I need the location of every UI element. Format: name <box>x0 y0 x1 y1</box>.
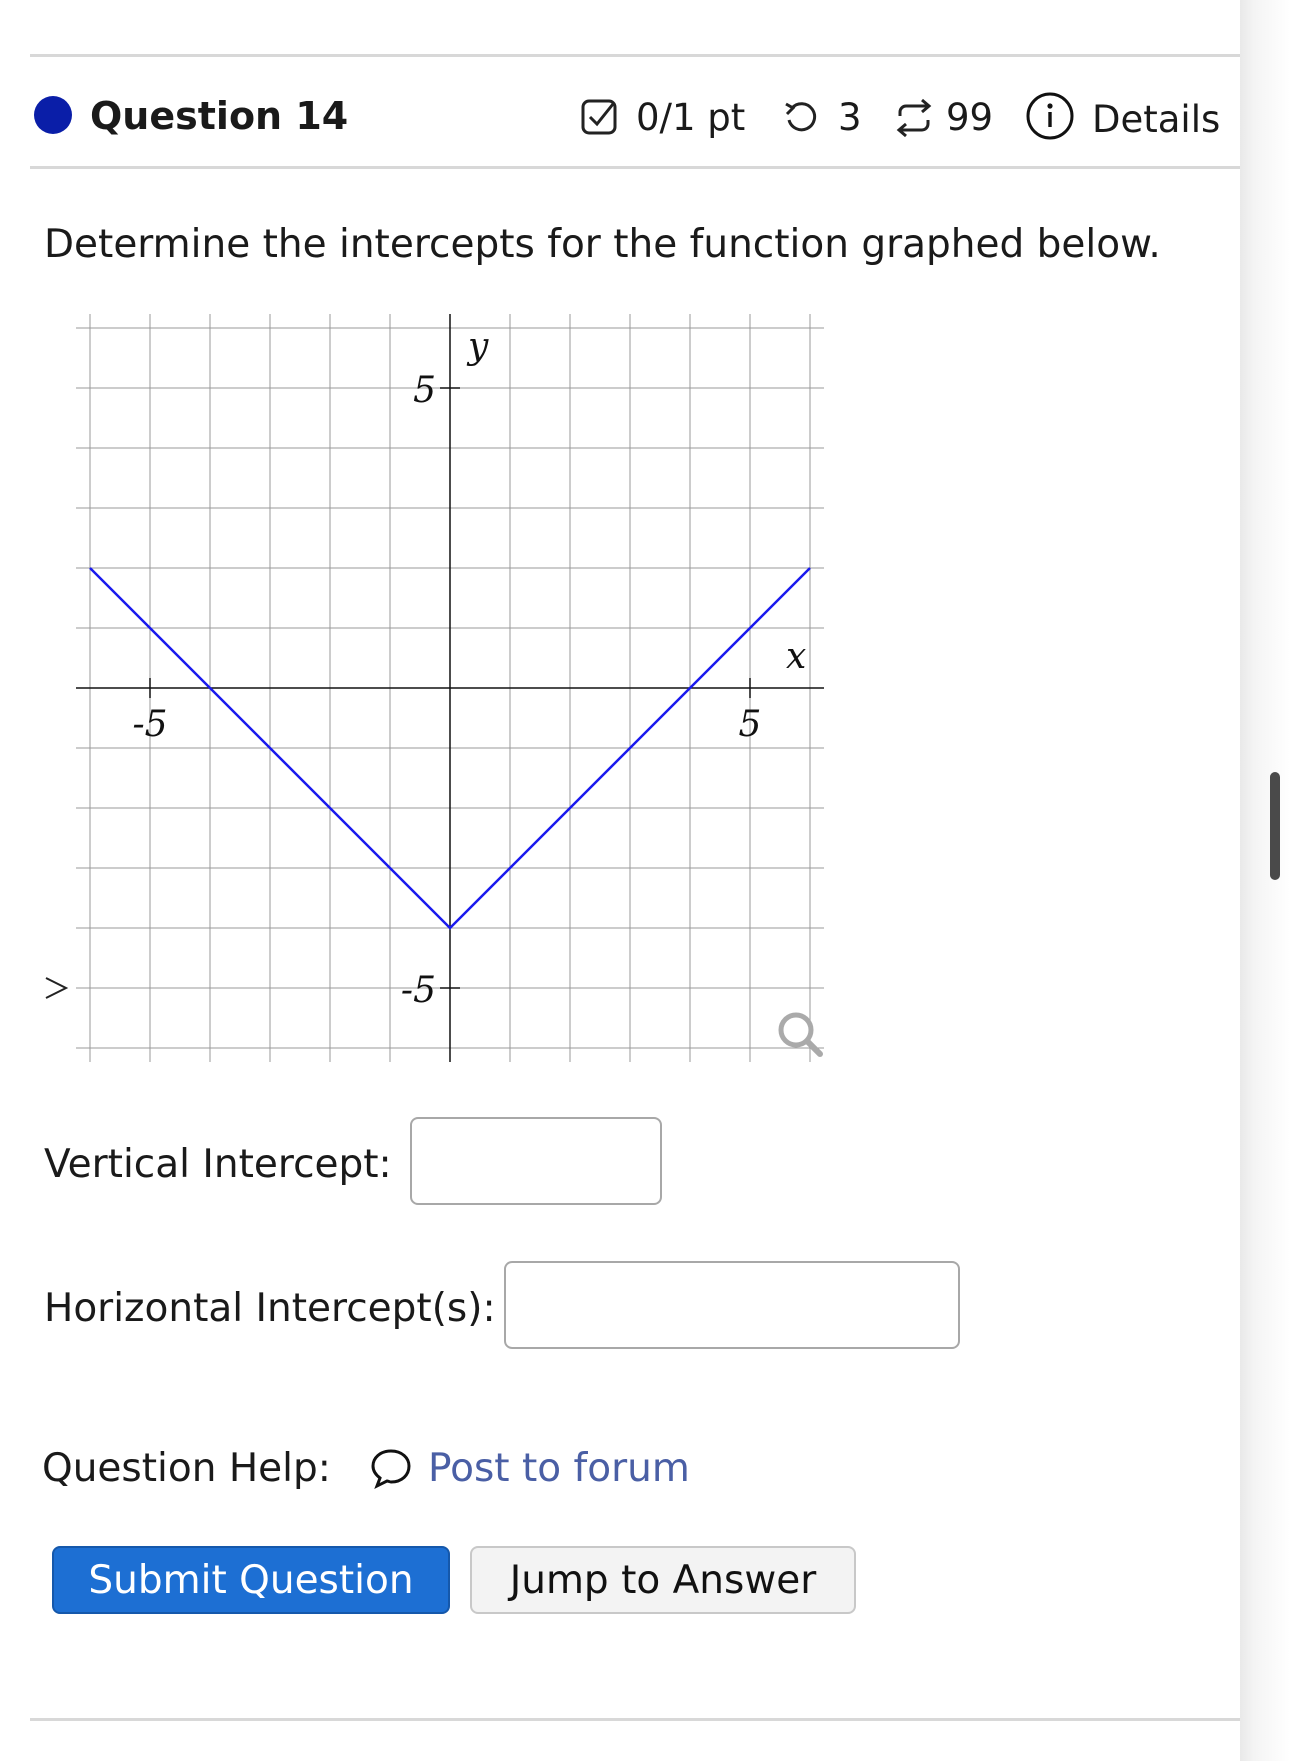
question-status-dot <box>34 96 72 134</box>
scrollbar-thumb[interactable] <box>1270 772 1280 880</box>
horizontal-intercept-label: Horizontal Intercept(s): <box>44 1286 496 1331</box>
y-axis-label: y <box>466 326 489 367</box>
retry-icon <box>785 102 817 132</box>
scroll-area-edge <box>1240 0 1290 1761</box>
attempts-icon <box>896 98 932 138</box>
attempts-count: 99 <box>946 96 994 139</box>
bottom-divider <box>30 1718 1248 1721</box>
details-link[interactable]: Details <box>1092 98 1220 142</box>
question-prompt: Determine the intercepts for the functio… <box>44 222 1161 267</box>
question-title: Question 14 <box>90 94 349 138</box>
jump-to-answer-button[interactable]: Jump to Answer <box>470 1546 856 1614</box>
retries-count: 3 <box>838 96 862 139</box>
checkbox-icon <box>581 99 617 135</box>
submit-question-button[interactable]: Submit Question <box>52 1546 450 1614</box>
x-tick-label-5: 5 <box>739 704 762 745</box>
function-graph: x y -5 5 5 -5 <box>45 314 824 1062</box>
y-tick-label-5: 5 <box>413 370 436 411</box>
vertical-intercept-input[interactable] <box>410 1117 662 1205</box>
x-axis-label: x <box>786 636 806 677</box>
vertical-intercept-label: Vertical Intercept: <box>44 1142 392 1187</box>
y-tick-label-neg5: -5 <box>401 970 436 1011</box>
info-icon[interactable] <box>1024 90 1076 142</box>
horizontal-intercept-input[interactable] <box>504 1261 960 1349</box>
points-text: 0/1 pt <box>636 96 746 139</box>
header-divider <box>30 166 1248 169</box>
question-help-label: Question Help: <box>42 1446 331 1491</box>
top-divider <box>30 54 1248 57</box>
left-arrow-icon <box>45 977 69 999</box>
graph-axes <box>76 314 824 1062</box>
x-tick-label-neg5: -5 <box>132 704 167 745</box>
chat-bubble-icon[interactable] <box>368 1446 414 1490</box>
post-to-forum-link[interactable]: Post to forum <box>428 1446 690 1492</box>
